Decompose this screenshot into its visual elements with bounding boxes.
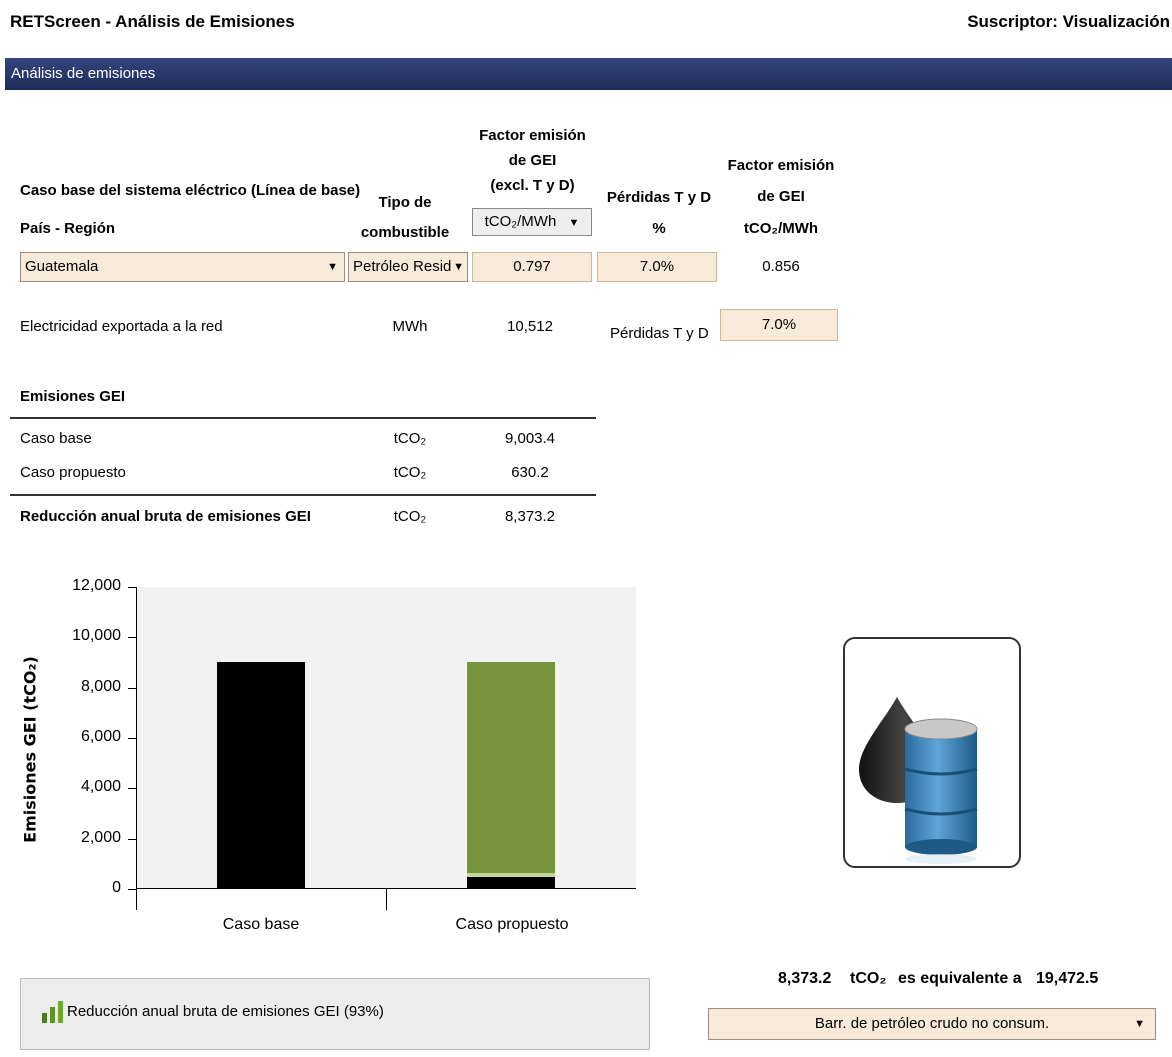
chevron-down-icon: ▼ [451,253,464,281]
subscriber-label: Suscriptor: Visualización [967,12,1170,31]
chevron-down-icon: ▼ [327,261,338,273]
losses-label: Pérdidas T y D [610,325,709,342]
fuel-value: Petróleo Residu [353,258,460,275]
divider [10,417,596,419]
tipo-combustible-header-1: Tipo de [378,194,432,211]
reduction-value: 8,373.2 [504,508,556,525]
reduction-label: Reducción anual bruta de emisiones GEI [20,508,311,525]
perdidas-header-1: Pérdidas T y D [606,189,712,206]
perdidas-input[interactable]: 7.0% [597,252,717,282]
bar-emissions [217,662,305,889]
reduction-unit: tCO₂ [393,508,427,525]
factor-excl-input[interactable]: 0.797 [472,252,592,282]
y-axis [136,587,137,889]
section-header: Análisis de emisiones [5,58,1172,90]
perdidas-header-2: % [652,220,666,237]
factor-excl-header-1: Factor emisión [479,127,586,144]
y-tick-label: 10,000 [72,627,121,645]
factor-value: 0.856 [762,258,800,275]
emissions-row-value: 630.2 [511,464,549,481]
emissions-row-value: 9,003.4 [504,430,556,447]
y-tick-mark [128,889,136,890]
oil-barrel-icon [859,697,978,864]
y-tick-label: 8,000 [80,677,121,695]
equivalence-option: Barr. de petróleo crudo no consum. [814,1015,1050,1032]
y-tick-mark [128,637,136,639]
emissions-title: Emisiones GEI [20,388,126,405]
equivalence-result: 19,472.5 [1036,970,1099,987]
fuel-select[interactable]: Petróleo Residu ▼ [348,252,468,282]
y-tick-label: 12,000 [72,577,121,594]
emissions-row-unit: tCO₂ [393,464,427,481]
losses-input[interactable]: 7.0% [720,309,838,341]
bar-chart-icon [41,1001,65,1023]
chart-plot-area [136,587,636,889]
chevron-down-icon: ▼ [1134,1018,1145,1030]
y-tick-label: 4,000 [80,778,121,796]
y-tick-mark [128,838,136,840]
bar-reduction [467,662,555,878]
y-tick-mark [128,687,136,689]
factor-header-3: tCO₂/MWh [743,220,819,237]
divider [10,494,596,496]
factor-header-2: de GEI [757,188,805,205]
x-tick-label: Caso base [222,916,300,933]
legend-label: Reducción anual bruta de emisiones GEI (… [67,1003,384,1020]
x-axis-divider [136,888,137,910]
factor-excl-header-3: (excl. T y D) [490,177,575,194]
emissions-row-unit: tCO₂ [393,430,427,447]
country-value: Guatemala [25,258,99,275]
export-label: Electricidad exportada a la red [20,318,223,335]
caso-base-label: Caso base del sistema eléctrico (Línea d… [20,182,361,199]
factor-unit-dropdown[interactable]: tCO₂/MWh ▼ [472,208,592,236]
y-tick-label: 2,000 [80,828,121,846]
y-tick-mark [128,587,136,588]
equivalence-text: es equivalente a [898,970,1022,987]
pais-region-label: País - Región [20,220,116,237]
factor-header-1: Factor emisión [727,157,835,174]
chevron-down-icon: ▼ [568,217,580,229]
tipo-combustible-header-2: combustible [360,224,450,241]
export-value: 10,512 [507,318,553,335]
x-tick-label: Caso propuesto [455,916,569,933]
equivalence-unit: tCO₂ [850,970,887,987]
country-select[interactable]: Guatemala ▼ [20,252,345,282]
emissions-row-label: Caso base [20,430,92,447]
y-tick-mark [128,738,136,739]
x-axis-divider [386,888,387,910]
chart-ylabel: Emisiones GEI (tCO₂) [20,656,40,843]
emissions-row-label: Caso propuesto [20,464,126,481]
equivalence-unit-select[interactable]: Barr. de petróleo crudo no consum. ▼ [708,1008,1156,1040]
app-title: RETScreen - Análisis de Emisiones [10,12,295,31]
export-unit: MWh [392,318,428,335]
factor-excl-header-2: de GEI [508,152,557,169]
barrel-image-frame [843,637,1021,868]
factor-unit-value: tCO₂/MWh [484,213,557,230]
y-tick-label: 0 [112,879,121,896]
chart-legend: Reducción anual bruta de emisiones GEI (… [20,978,650,1050]
y-tick-mark [128,788,136,790]
equivalence-value: 8,373.2 [778,970,832,987]
y-tick-label: 6,000 [80,728,121,745]
